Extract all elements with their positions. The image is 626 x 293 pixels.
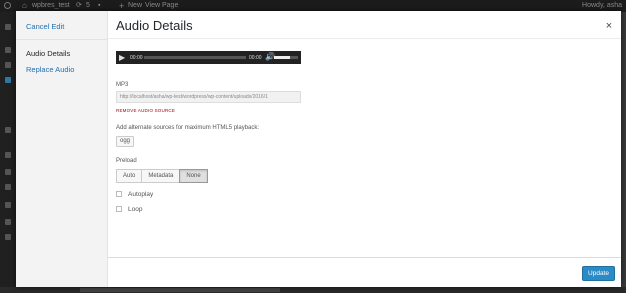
audio-settings: ▶ 00:00 00:00 🔊 MP3 http://localhost/ash… [116,39,616,259]
play-icon[interactable]: ▶ [119,53,125,62]
preload-none-button[interactable]: None [179,169,208,183]
update-button[interactable]: Update [582,266,615,281]
current-time: 00:00 [130,55,143,61]
dashboard-icon[interactable] [5,24,11,30]
appearance-icon[interactable] [5,152,11,158]
posts-icon[interactable] [5,47,11,53]
loop-label: Loop [128,206,143,213]
menu-separator [16,39,107,40]
media-icon[interactable] [5,62,11,68]
menu-item-replace-audio[interactable]: Replace Audio [26,65,74,74]
preload-label: Preload [116,158,137,164]
loop-checkbox[interactable] [116,206,122,213]
preload-segmented-control: Auto Metadata None [116,169,208,183]
plugins-icon[interactable] [5,169,11,175]
preload-auto-button[interactable]: Auto [116,169,143,183]
users-icon[interactable] [5,184,11,190]
autoplay-label: Autoplay [128,191,154,198]
modal-footer: Update [108,257,621,287]
menu-item-audio-details[interactable]: Audio Details [26,49,70,58]
admin-sidebar [0,12,16,293]
comments-menu-icon[interactable] [5,127,11,133]
audio-player: ▶ 00:00 00:00 🔊 [116,51,301,64]
autoplay-checkbox[interactable] [116,191,122,198]
alt-sources-label: Add alternate sources for maximum HTML5 … [116,125,260,131]
settings-icon[interactable] [5,219,11,225]
close-icon[interactable]: × [603,20,615,32]
preload-metadata-button[interactable]: Metadata [141,169,181,183]
volume-level [274,56,291,59]
add-ogg-button[interactable]: ogg [116,136,134,147]
source-url-field[interactable]: http://localhost/asha/wp-test/wordpress/… [116,91,301,103]
modal-side-menu: Cancel Edit Audio Details Replace Audio [16,11,108,287]
volume-slider[interactable] [274,56,298,59]
tools-icon[interactable] [5,202,11,208]
modal-title: Audio Details [116,18,193,33]
autoplay-option[interactable]: Autoplay [116,191,153,198]
loop-option[interactable]: Loop [116,206,142,213]
file-type-label: MP3 [116,82,129,88]
wordpress-logo-icon[interactable] [4,2,11,9]
collapse-menu-icon[interactable] [5,234,11,240]
progress-track[interactable] [144,56,246,59]
audio-details-modal: Cancel Edit Audio Details Replace Audio … [16,11,621,287]
pages-icon[interactable] [5,77,11,83]
page-background-strip [0,287,626,293]
remove-audio-source-link[interactable]: REMOVE AUDIO SOURCE [116,108,175,113]
duration: 00:00 [249,55,262,61]
cancel-edit-link[interactable]: Cancel Edit [26,22,64,31]
